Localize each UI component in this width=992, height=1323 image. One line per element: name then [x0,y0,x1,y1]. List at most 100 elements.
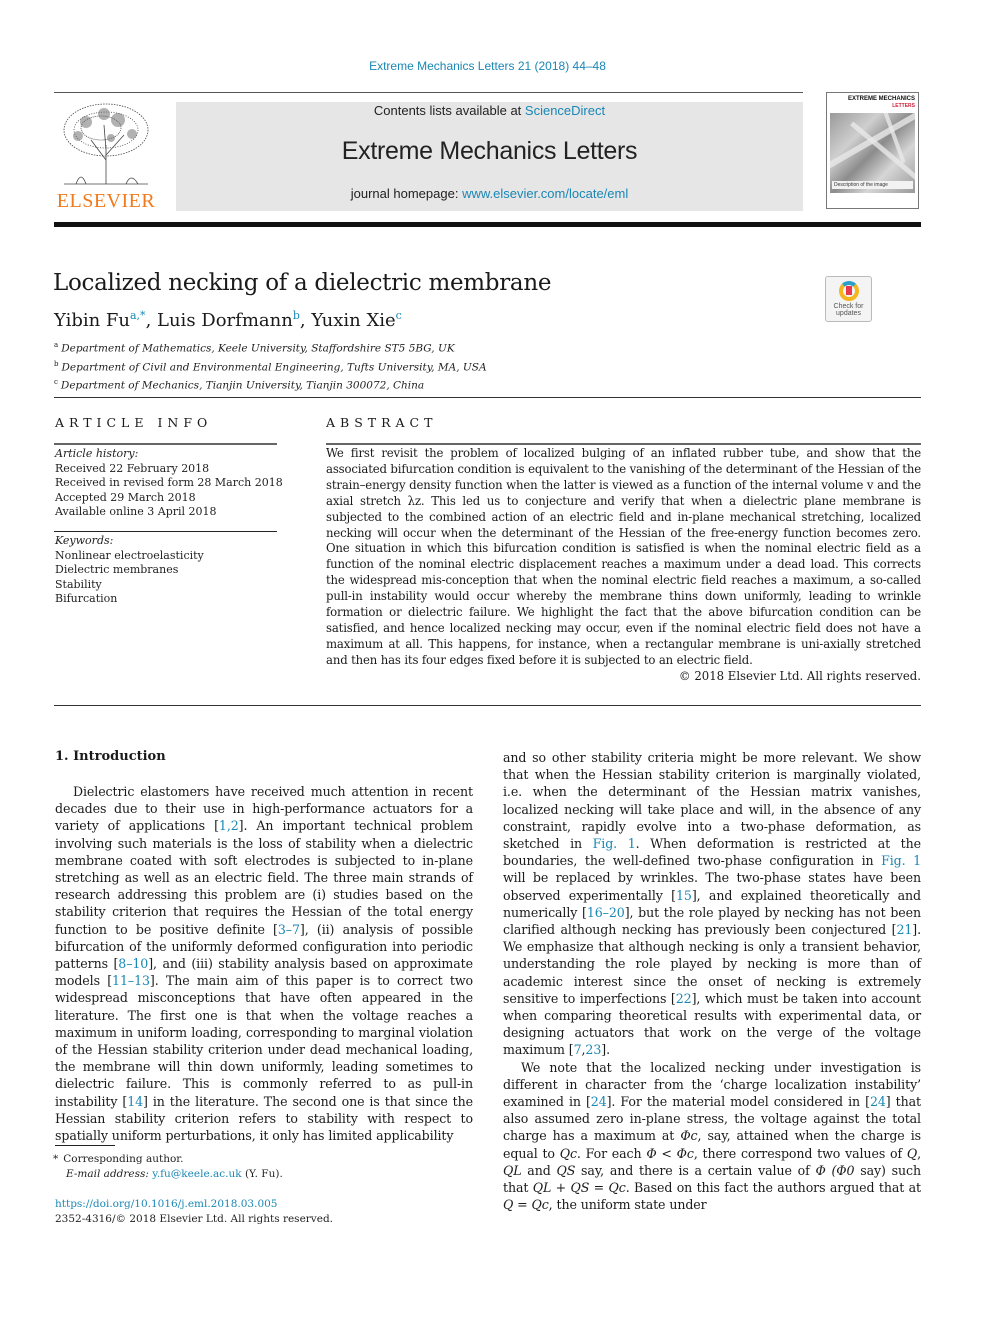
math-expression: QL [503,1162,522,1178]
citation-link[interactable]: 3–7 [278,922,300,937]
homepage-prefix: journal homepage: [350,186,463,201]
footnote-marker: * [53,1153,59,1165]
citation-link[interactable]: 23 [585,1042,601,1057]
history-item: Available online 3 April 2018 [55,505,217,518]
author-name[interactable]: Yuxin Xie [311,310,395,331]
text-run: and [521,1162,557,1178]
citation-link[interactable]: 11–13 [112,973,150,988]
abstract-text: We first revisit the problem of localize… [326,446,921,667]
keyword-item: Stability [55,577,102,591]
citation-link[interactable]: Fig. 1 [593,836,636,851]
history-item: Received 22 February 2018 [55,461,210,475]
email-suffix: (Y. Fu). [241,1167,283,1180]
article-title: Localized necking of a dielectric membra… [53,270,552,296]
body-paragraph: We note that the localized necking under… [503,1059,921,1214]
footnote-divider [55,1145,115,1146]
email-label: E-mail address: [66,1167,149,1180]
affiliations: a Department of Mathematics, Keele Univer… [54,338,487,394]
citation-link[interactable]: 24 [870,1094,886,1109]
cover-subtitle: LETTERS [892,103,915,109]
article-history-label: Article history: [55,447,139,460]
email-link[interactable]: y.fu@keele.ac.uk [152,1168,241,1180]
corresponding-author-note: * Corresponding author. [53,1152,283,1167]
citation-link[interactable]: 16–20 [587,905,625,920]
affiliation-item: b Department of Civil and Environmental E… [54,357,487,376]
journal-title: Extreme Mechanics Letters [341,137,638,165]
article-info-heading: ARTICLE INFO [55,415,213,430]
citation-link[interactable]: 15 [676,888,692,903]
body-paragraph: Dielectric elastomers have received much… [55,783,473,1144]
text-run: ]. [601,1042,610,1058]
math-expression: QL + QS = Qc [532,1180,626,1196]
keyword-item: Bifurcation [55,592,118,605]
footnote: * Corresponding author. E-mail address: y… [53,1152,283,1181]
text-run: ]. The main aim of this paper is to corr… [55,973,473,1109]
author-name[interactable]: Yibin Fu [54,310,130,331]
author-affiliation-marker[interactable]: c [396,309,402,322]
journal-homepage-link[interactable]: www.elsevier.com/locate/eml [462,186,628,201]
contents-prefix: Contents lists available at [373,103,525,118]
text-run: say, and there is a certain value of [575,1162,816,1178]
author-affiliation-marker[interactable]: a,* [130,309,146,322]
text-run: . For each [576,1145,647,1161]
sciencedirect-link[interactable]: ScienceDirect [525,103,605,118]
author-affiliation-marker[interactable]: b [293,309,300,322]
affiliation-key: b [54,359,59,368]
math-expression: Φc [680,1128,698,1144]
citation-link[interactable]: 1,2 [219,818,239,833]
article-history: Article history: Received 22 February 20… [55,447,283,520]
article-info-divider [54,443,277,445]
math-expression: Φ (Φ0 [815,1162,855,1178]
elsevier-logo[interactable]: ELSEVIER [54,100,158,212]
crossmark-icon [838,281,859,301]
author-list: Yibin Fua,*, Luis Dorfmannb, Yuxin Xiec [54,309,402,331]
body-column-left: Dielectric elastomers have received much… [55,783,473,1144]
journal-cover[interactable]: EXTREME MECHANICS LETTERS Description of… [826,92,919,209]
affiliation-text: Department of Civil and Environmental En… [61,361,487,373]
abstract-bottom-divider [54,705,921,706]
text-run: . Based on this fact the authors argued … [625,1180,922,1196]
citation-link[interactable]: 14 [127,1094,143,1109]
abstract-copyright: © 2018 Elsevier Ltd. All rights reserved… [678,669,921,683]
text-run: , the uniform state under [548,1197,707,1213]
affiliation-key: a [54,341,59,349]
journal-header: Contents lists available at ScienceDirec… [176,102,803,211]
homepage-line: journal homepage: www.elsevier.com/locat… [176,186,803,201]
corresponding-label: Corresponding author. [63,1153,184,1165]
affiliation-text: Department of Mechanics, Tianjin Univers… [60,379,425,392]
text-run: ]. For the material model considered in … [606,1094,870,1110]
check-updates-line2: updates [836,310,861,317]
affiliation-item: a Department of Mathematics, Keele Univer… [54,338,487,357]
cover-title-text: EXTREME MECHANICS [847,96,915,102]
citation-link[interactable]: 7 [574,1042,582,1057]
text-run: ]. An important technical problem involv… [55,818,474,937]
affiliation-text: Department of Mathematics, Keele Univers… [61,342,455,355]
math-expression: QS [556,1162,576,1178]
header-divider [54,92,803,93]
math-expression: Q [906,1145,918,1161]
cover-caption: Description of the image [832,181,913,189]
keywords: Keywords: Nonlinear electroelasticity Di… [55,534,204,607]
text-run: , there correspond two values of [693,1145,907,1161]
keywords-divider [54,531,277,532]
citation-link[interactable]: 22 [676,991,692,1006]
keyword-item: Dielectric membranes [55,563,179,576]
doi-link[interactable]: https://doi.org/10.1016/j.eml.2018.03.00… [55,1197,333,1212]
body-paragraph: and so other stability criteria might be… [503,749,921,1059]
citation-link[interactable]: 24 [591,1094,607,1109]
journal-reference[interactable]: Extreme Mechanics Letters 21 (2018) 44–4… [0,59,975,73]
citation-link[interactable]: 8–10 [118,956,148,971]
issn-line: 2352-4316/© 2018 Elsevier Ltd. All right… [55,1213,334,1225]
cover-title: EXTREME MECHANICS LETTERS [830,96,915,110]
elsevier-wordmark: ELSEVIER [56,190,156,212]
citation-link[interactable]: 21 [896,922,912,937]
header-thick-divider [54,222,921,227]
affiliation-key: c [54,378,58,386]
math-expression: Q = Qc [503,1197,549,1213]
author-name[interactable]: Luis Dorfmann [157,310,293,331]
math-expression: Qc [559,1145,577,1161]
abstract-heading: ABSTRACT [326,415,438,430]
check-for-updates-button[interactable]: Check for updates [825,276,872,322]
citation-link[interactable]: Fig. 1 [881,853,921,868]
check-updates-label: Check for updates [826,303,871,317]
